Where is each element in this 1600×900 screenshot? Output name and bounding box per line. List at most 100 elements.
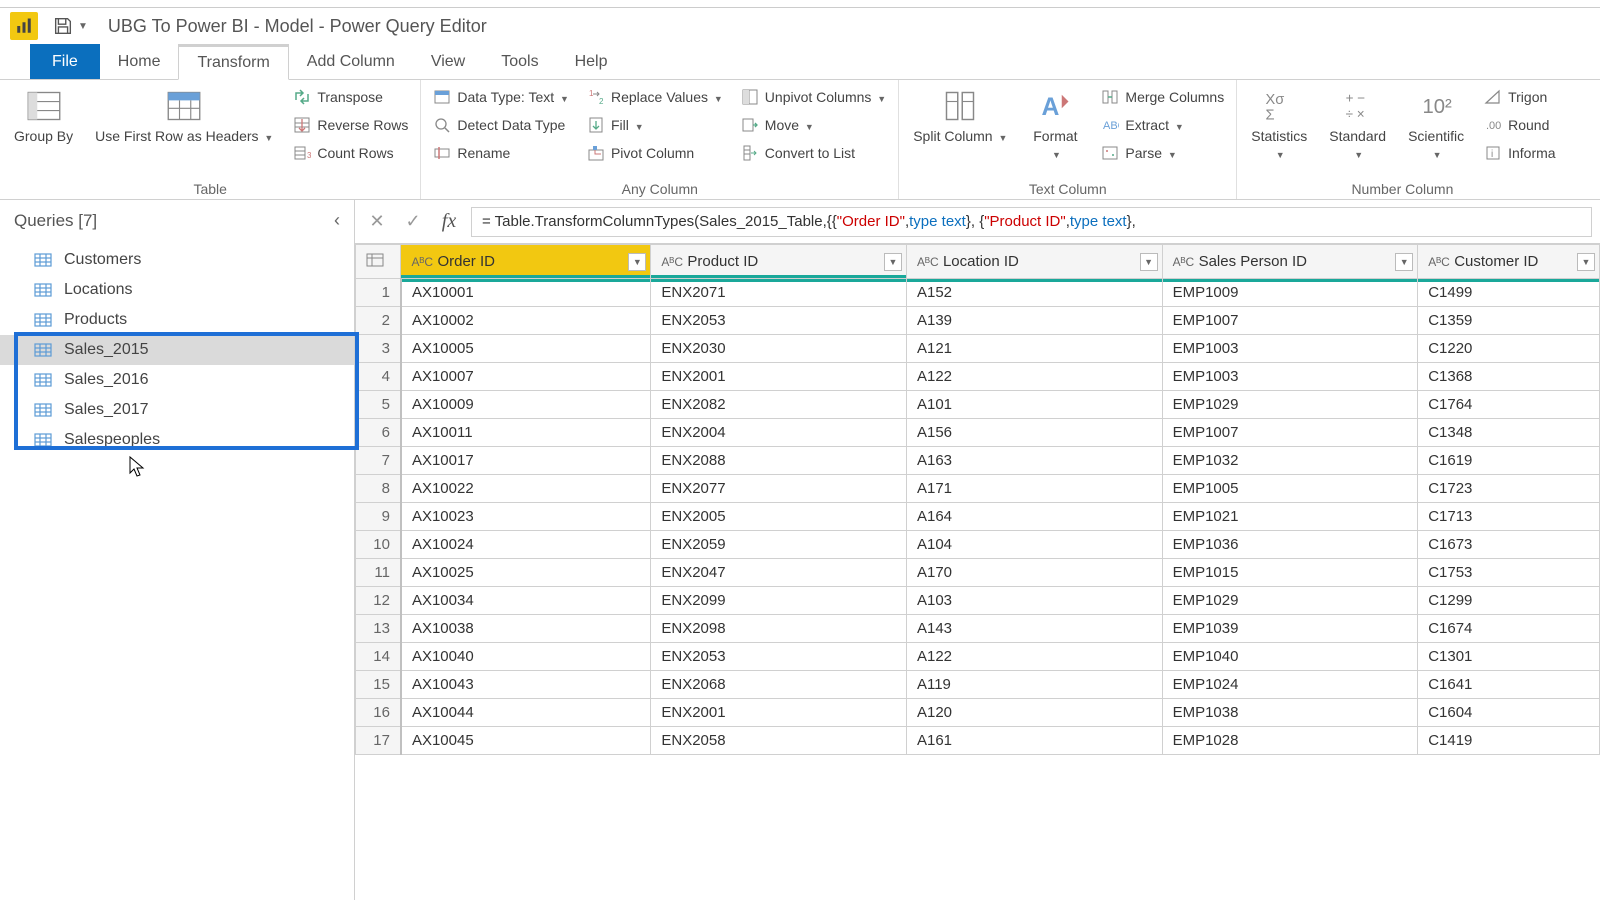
format-button[interactable]: A Format▼ — [1023, 84, 1087, 166]
table-cell[interactable]: ENX2088 — [651, 447, 907, 475]
table-cell[interactable]: AX10005 — [401, 335, 651, 363]
formula-input[interactable]: = Table.TransformColumnTypes(Sales_2015_… — [471, 207, 1592, 237]
table-cell[interactable]: AX10007 — [401, 363, 651, 391]
query-item-customers[interactable]: Customers — [0, 245, 354, 275]
table-cell[interactable]: AX10022 — [401, 475, 651, 503]
table-cell[interactable]: ENX2001 — [651, 363, 907, 391]
table-cell[interactable]: EMP1036 — [1162, 531, 1418, 559]
table-row[interactable]: 13AX10038ENX2098A143EMP1039C1674 — [356, 615, 1600, 643]
table-cell[interactable]: A164 — [906, 503, 1162, 531]
query-item-sales_2017[interactable]: Sales_2017 — [0, 395, 354, 425]
splitcolumn-button[interactable]: Split Column ▼ — [907, 84, 1013, 149]
row-number[interactable]: 10 — [356, 531, 401, 559]
table-cell[interactable]: A170 — [906, 559, 1162, 587]
table-cell[interactable]: AX10002 — [401, 307, 651, 335]
table-cell[interactable]: AX10038 — [401, 615, 651, 643]
column-header-product-id[interactable]: AᴮCProduct ID▼ — [651, 245, 907, 279]
tab-help[interactable]: Help — [557, 44, 626, 79]
countrows-button[interactable]: 3Count Rows — [289, 142, 412, 164]
usefirstrow-button[interactable]: Use First Row as Headers ▼ — [89, 84, 279, 149]
table-cell[interactable]: A103 — [906, 587, 1162, 615]
table-cell[interactable]: EMP1007 — [1162, 419, 1418, 447]
table-cell[interactable]: EMP1005 — [1162, 475, 1418, 503]
row-number[interactable]: 13 — [356, 615, 401, 643]
row-number[interactable]: 2 — [356, 307, 401, 335]
qat-dropdown[interactable]: ▼ — [78, 21, 88, 32]
table-row[interactable]: 10AX10024ENX2059A104EMP1036C1673 — [356, 531, 1600, 559]
table-cell[interactable]: EMP1024 — [1162, 671, 1418, 699]
table-cell[interactable]: EMP1009 — [1162, 279, 1418, 307]
column-filter-dropdown[interactable]: ▼ — [884, 253, 902, 271]
table-cell[interactable]: A163 — [906, 447, 1162, 475]
table-cell[interactable]: AX10024 — [401, 531, 651, 559]
column-header-sales-person-id[interactable]: AᴮCSales Person ID▼ — [1162, 245, 1418, 279]
column-filter-dropdown[interactable]: ▼ — [628, 253, 646, 271]
table-corner[interactable] — [356, 245, 401, 279]
table-row[interactable]: 2AX10002ENX2053A139EMP1007C1359 — [356, 307, 1600, 335]
tab-home[interactable]: Home — [100, 44, 179, 79]
column-filter-dropdown[interactable]: ▼ — [1577, 253, 1595, 271]
table-cell[interactable]: A104 — [906, 531, 1162, 559]
table-cell[interactable]: ENX2082 — [651, 391, 907, 419]
table-cell[interactable]: A139 — [906, 307, 1162, 335]
query-item-locations[interactable]: Locations — [0, 275, 354, 305]
row-number[interactable]: 14 — [356, 643, 401, 671]
table-row[interactable]: 1AX10001ENX2071A152EMP1009C1499 — [356, 279, 1600, 307]
query-item-sales_2016[interactable]: Sales_2016 — [0, 365, 354, 395]
table-row[interactable]: 8AX10022ENX2077A171EMP1005C1723 — [356, 475, 1600, 503]
table-cell[interactable]: EMP1038 — [1162, 699, 1418, 727]
table-cell[interactable]: C1368 — [1418, 363, 1600, 391]
table-cell[interactable]: ENX2059 — [651, 531, 907, 559]
standard-button[interactable]: + −÷ × Standard▼ — [1323, 84, 1392, 166]
table-cell[interactable]: A101 — [906, 391, 1162, 419]
mergecolumns-button[interactable]: Merge Columns — [1097, 86, 1228, 108]
table-cell[interactable]: ENX2053 — [651, 643, 907, 671]
table-cell[interactable]: A119 — [906, 671, 1162, 699]
table-cell[interactable]: EMP1032 — [1162, 447, 1418, 475]
table-cell[interactable]: C1419 — [1418, 727, 1600, 755]
row-number[interactable]: 12 — [356, 587, 401, 615]
column-header-order-id[interactable]: AᴮCOrder ID▼ — [401, 245, 651, 279]
row-number[interactable]: 7 — [356, 447, 401, 475]
converttolist-button[interactable]: Convert to List — [737, 142, 890, 164]
table-row[interactable]: 16AX10044ENX2001A120EMP1038C1604 — [356, 699, 1600, 727]
table-cell[interactable]: C1753 — [1418, 559, 1600, 587]
tab-view[interactable]: View — [413, 44, 483, 79]
table-cell[interactable]: A161 — [906, 727, 1162, 755]
statistics-button[interactable]: XσΣ Statistics▼ — [1245, 84, 1313, 166]
table-cell[interactable]: AX10043 — [401, 671, 651, 699]
table-cell[interactable]: A120 — [906, 699, 1162, 727]
table-row[interactable]: 4AX10007ENX2001A122EMP1003C1368 — [356, 363, 1600, 391]
table-cell[interactable]: ENX2047 — [651, 559, 907, 587]
transpose-button[interactable]: Transpose — [289, 86, 412, 108]
save-icon[interactable] — [52, 15, 74, 37]
table-cell[interactable]: C1359 — [1418, 307, 1600, 335]
table-cell[interactable]: ENX2071 — [651, 279, 907, 307]
column-filter-dropdown[interactable]: ▼ — [1395, 253, 1413, 271]
tab-tools[interactable]: Tools — [483, 44, 556, 79]
row-number[interactable]: 3 — [356, 335, 401, 363]
table-cell[interactable]: AX10045 — [401, 727, 651, 755]
table-row[interactable]: 17AX10045ENX2058A161EMP1028C1419 — [356, 727, 1600, 755]
collapse-queries-icon[interactable]: ‹ — [334, 210, 340, 231]
table-cell[interactable]: AX10017 — [401, 447, 651, 475]
table-cell[interactable]: C1723 — [1418, 475, 1600, 503]
table-cell[interactable]: EMP1029 — [1162, 587, 1418, 615]
table-cell[interactable]: C1674 — [1418, 615, 1600, 643]
table-cell[interactable]: ENX2098 — [651, 615, 907, 643]
table-cell[interactable]: A152 — [906, 279, 1162, 307]
table-cell[interactable]: EMP1003 — [1162, 335, 1418, 363]
row-number[interactable]: 11 — [356, 559, 401, 587]
unpivot-button[interactable]: Unpivot Columns ▼ — [737, 86, 890, 108]
table-cell[interactable]: ENX2001 — [651, 699, 907, 727]
tab-file[interactable]: File — [30, 44, 100, 79]
reverserows-button[interactable]: Reverse Rows — [289, 114, 412, 136]
fx-icon[interactable]: fx — [435, 208, 463, 236]
table-cell[interactable]: C1713 — [1418, 503, 1600, 531]
table-row[interactable]: 11AX10025ENX2047A170EMP1015C1753 — [356, 559, 1600, 587]
cancel-formula-icon[interactable]: ✕ — [363, 208, 391, 236]
round-button[interactable]: .00Round — [1480, 114, 1559, 136]
accept-formula-icon[interactable]: ✓ — [399, 208, 427, 236]
table-cell[interactable]: AX10009 — [401, 391, 651, 419]
row-number[interactable]: 9 — [356, 503, 401, 531]
